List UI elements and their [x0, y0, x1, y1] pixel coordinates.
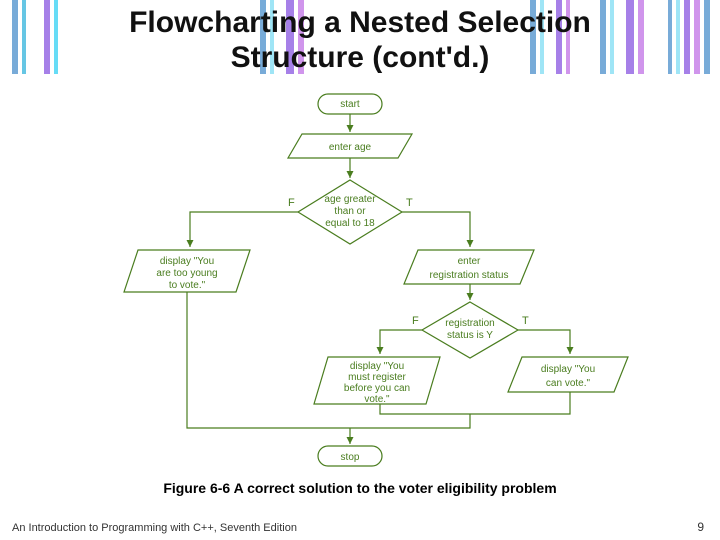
start-label: start: [340, 99, 360, 110]
figure-caption: Figure 6-6 A correct solution to the vot…: [0, 480, 720, 496]
dcv-l2: can vote.": [546, 378, 591, 389]
dy-l1: display "You: [160, 256, 214, 267]
dy-l2: are too young: [156, 268, 217, 279]
d2-true-label: T: [522, 315, 529, 327]
er-l2: registration status: [430, 270, 509, 281]
dmr-l4: vote.": [364, 394, 390, 405]
decision-age-l1: age greater: [324, 194, 376, 205]
dmr-l3: before you can: [344, 383, 410, 394]
er-l1: enter: [458, 256, 481, 267]
page-number: 9: [697, 520, 704, 534]
title-line-2: Structure (cont'd.): [231, 41, 490, 74]
d2-false-label: F: [412, 315, 419, 327]
decision-age-l2: than or: [334, 206, 366, 217]
dy-l3: to vote.": [169, 280, 206, 291]
decision-age-l3: equal to 18: [325, 218, 375, 229]
enter-age-label: enter age: [329, 142, 372, 153]
dr-l2: status is Y: [447, 330, 493, 341]
footer-text: An Introduction to Programming with C++,…: [12, 522, 708, 534]
stop-label: stop: [341, 452, 360, 463]
dr-l1: registration: [445, 318, 494, 329]
dmr-l1: display "You: [350, 361, 404, 372]
dmr-l2: must register: [348, 372, 406, 383]
dcv-l1: display "You: [541, 364, 595, 375]
flowchart: start enter age age greater than or equa…: [80, 92, 640, 472]
slide-title: Flowcharting a Nested Selection Structur…: [0, 6, 720, 75]
d1-false-label: F: [288, 197, 295, 209]
slide: Flowcharting a Nested Selection Structur…: [0, 0, 720, 540]
d1-true-label: T: [406, 197, 413, 209]
title-line-1: Flowcharting a Nested Selection: [129, 6, 591, 39]
